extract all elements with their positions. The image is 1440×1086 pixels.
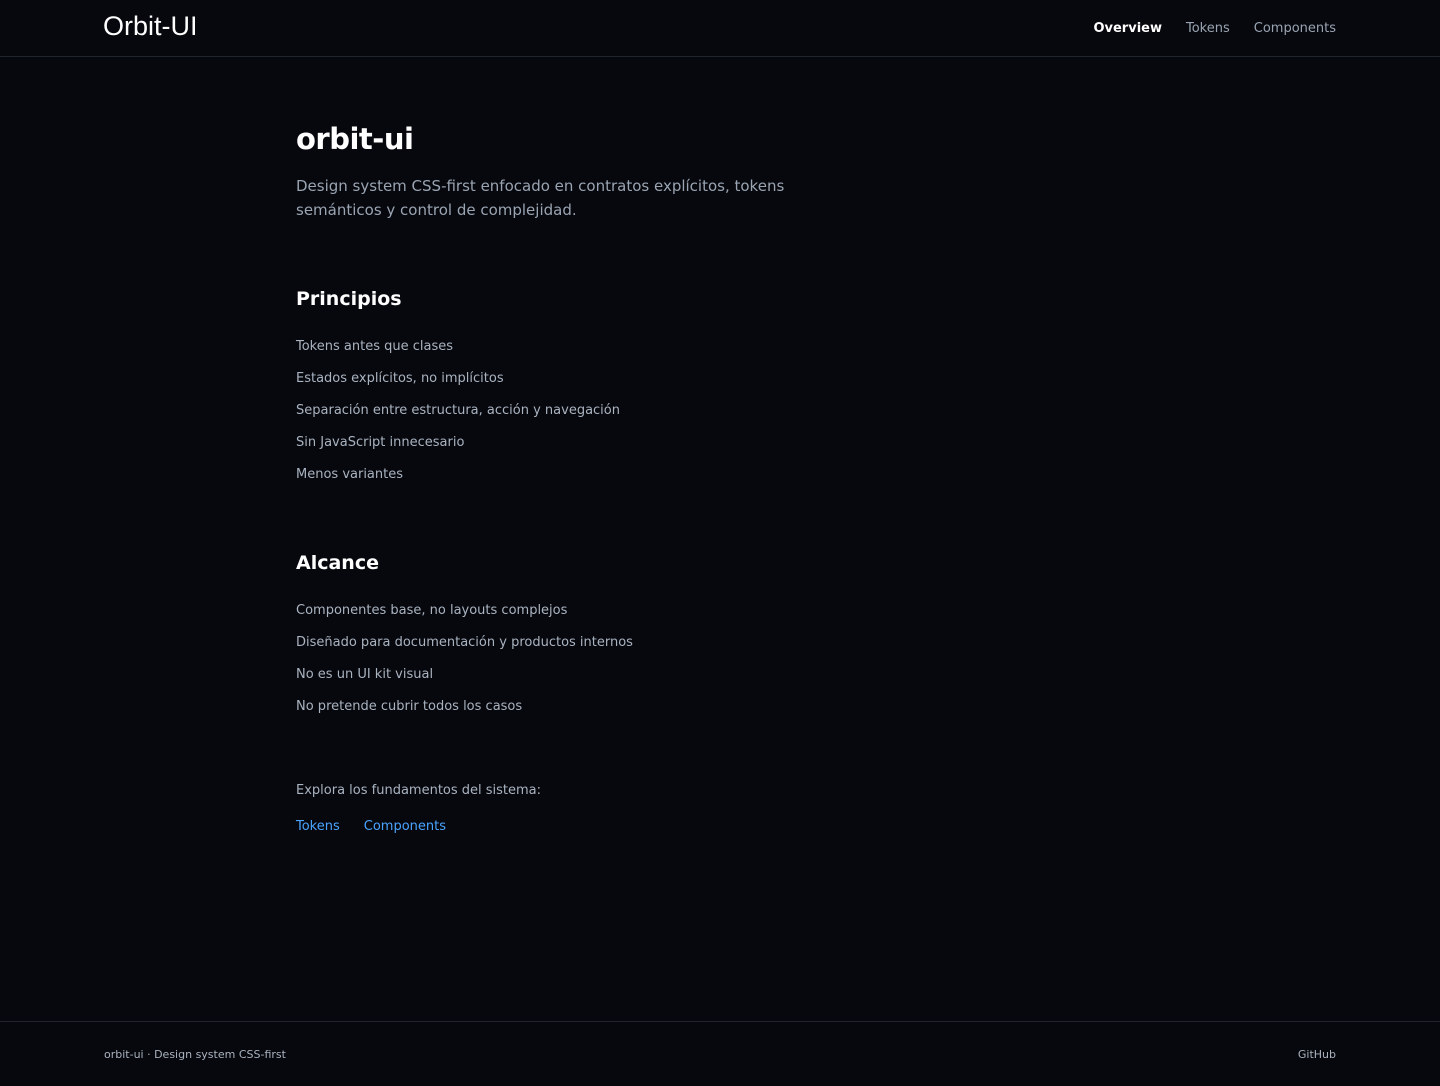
page-title: orbit-ui: [296, 122, 414, 156]
main-nav: Overview Tokens Components: [1093, 20, 1336, 38]
list-item: Diseñado para documentación y productos …: [296, 635, 633, 650]
principles-heading: Principios: [296, 288, 402, 310]
explore-links: Tokens Components: [296, 818, 446, 836]
principles-list: Tokens antes que clases Estados explícit…: [296, 338, 620, 498]
nav-link-tokens[interactable]: Tokens: [1186, 20, 1230, 38]
github-link[interactable]: GitHub: [1298, 1048, 1336, 1062]
list-item: Sin JavaScript innecesario: [296, 435, 465, 450]
list-item: Separación entre estructura, acción y na…: [296, 403, 620, 418]
list-item: Estados explícitos, no implícitos: [296, 371, 504, 386]
scope-list: Componentes base, no layouts complejos D…: [296, 602, 633, 730]
explore-link-tokens[interactable]: Tokens: [296, 818, 340, 836]
list-item: No es un UI kit visual: [296, 667, 434, 682]
explore-text: Explora los fundamentos del sistema:: [296, 783, 542, 798]
site-header: Orbit-UI Overview Tokens Components: [0, 0, 1440, 57]
lead-paragraph: Design system CSS-first enfocado en cont…: [296, 177, 785, 219]
list-item: Componentes base, no layouts complejos: [296, 603, 568, 618]
nav-link-components[interactable]: Components: [1254, 20, 1336, 38]
brand-logo-link[interactable]: Orbit-UI: [103, 11, 198, 42]
list-item: No pretende cubrir todos los casos: [296, 699, 523, 714]
nav-link-overview[interactable]: Overview: [1093, 20, 1162, 38]
footer-text: orbit-ui · Design system CSS-first: [104, 1048, 286, 1061]
explore-link-components[interactable]: Components: [364, 818, 446, 836]
list-item: Menos variantes: [296, 467, 404, 482]
list-item: Tokens antes que clases: [296, 339, 453, 354]
site-footer: orbit-ui · Design system CSS-first GitHu…: [0, 1021, 1440, 1086]
scope-heading: Alcance: [296, 552, 379, 574]
